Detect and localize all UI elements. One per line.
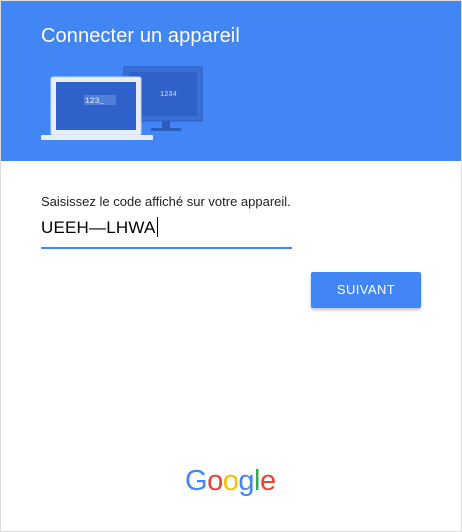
devices-illustration: 1234 123_ — [41, 66, 203, 140]
header-banner: Connecter un appareil 1234 123_ — [1, 1, 461, 161]
next-button[interactable]: SUIVANT — [311, 272, 421, 308]
code-field[interactable]: UEEH—LHWA — [41, 217, 292, 249]
google-logo-letter: o — [207, 465, 223, 497]
google-logo-letter: G — [185, 465, 208, 497]
code-instruction-label: Saisissez le code affiché sur votre appa… — [41, 194, 291, 209]
monitor-screen-text: 1234 — [160, 91, 177, 99]
google-logo-letter: e — [259, 465, 276, 497]
laptop-icon: 123_ — [41, 76, 153, 140]
code-input-value: UEEH—LHWA — [41, 218, 156, 237]
google-logo-letter: o — [222, 465, 239, 497]
google-logo-letter: g — [238, 465, 254, 497]
text-caret — [156, 217, 158, 237]
laptop-screen-text: 123_ — [85, 97, 104, 106]
connect-device-card: Connecter un appareil 1234 123_ Saisisse… — [0, 0, 462, 532]
page-title: Connecter un appareil — [41, 25, 240, 47]
code-input[interactable]: UEEH—LHWA — [41, 217, 292, 245]
google-logo: Google — [185, 464, 277, 498]
